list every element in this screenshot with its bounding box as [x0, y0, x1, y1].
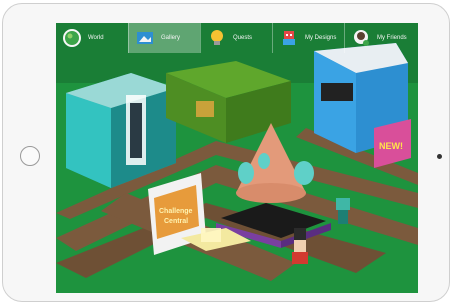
tab-world-label: World [88, 35, 104, 41]
tab-my-designs[interactable]: My Designs [272, 23, 344, 53]
front-camera [437, 154, 442, 159]
new-badge-text: NEW! [379, 141, 403, 151]
challenge-sign-line2: Central [164, 218, 188, 225]
top-nav-bar: World Gallery Quests My Designs My Frien… [56, 23, 418, 53]
home-button[interactable] [20, 146, 40, 166]
friends-icon [351, 28, 371, 48]
tab-world[interactable]: World [56, 23, 128, 53]
tab-gallery-label: Gallery [161, 35, 181, 41]
world-scene: NEW! Challenge Central [56, 23, 418, 293]
tab-my-friends-label: My Friends [377, 35, 407, 41]
robot-icon [279, 28, 299, 48]
tab-quests-label: Quests [233, 35, 253, 41]
robot-character[interactable] [336, 198, 350, 224]
globe-icon [62, 28, 82, 48]
avatar-character[interactable] [292, 228, 308, 264]
lightbulb-icon [207, 28, 227, 48]
app-screen: NEW! Challenge Central World Gallery Que… [56, 23, 418, 293]
tab-gallery[interactable]: Gallery [128, 23, 200, 53]
tab-quests[interactable]: Quests [200, 23, 272, 53]
challenge-sign-line1: Challenge [159, 208, 193, 215]
gallery-icon [135, 28, 155, 48]
tab-my-friends[interactable]: My Friends [344, 23, 418, 53]
tab-my-designs-label: My Designs [305, 35, 337, 41]
